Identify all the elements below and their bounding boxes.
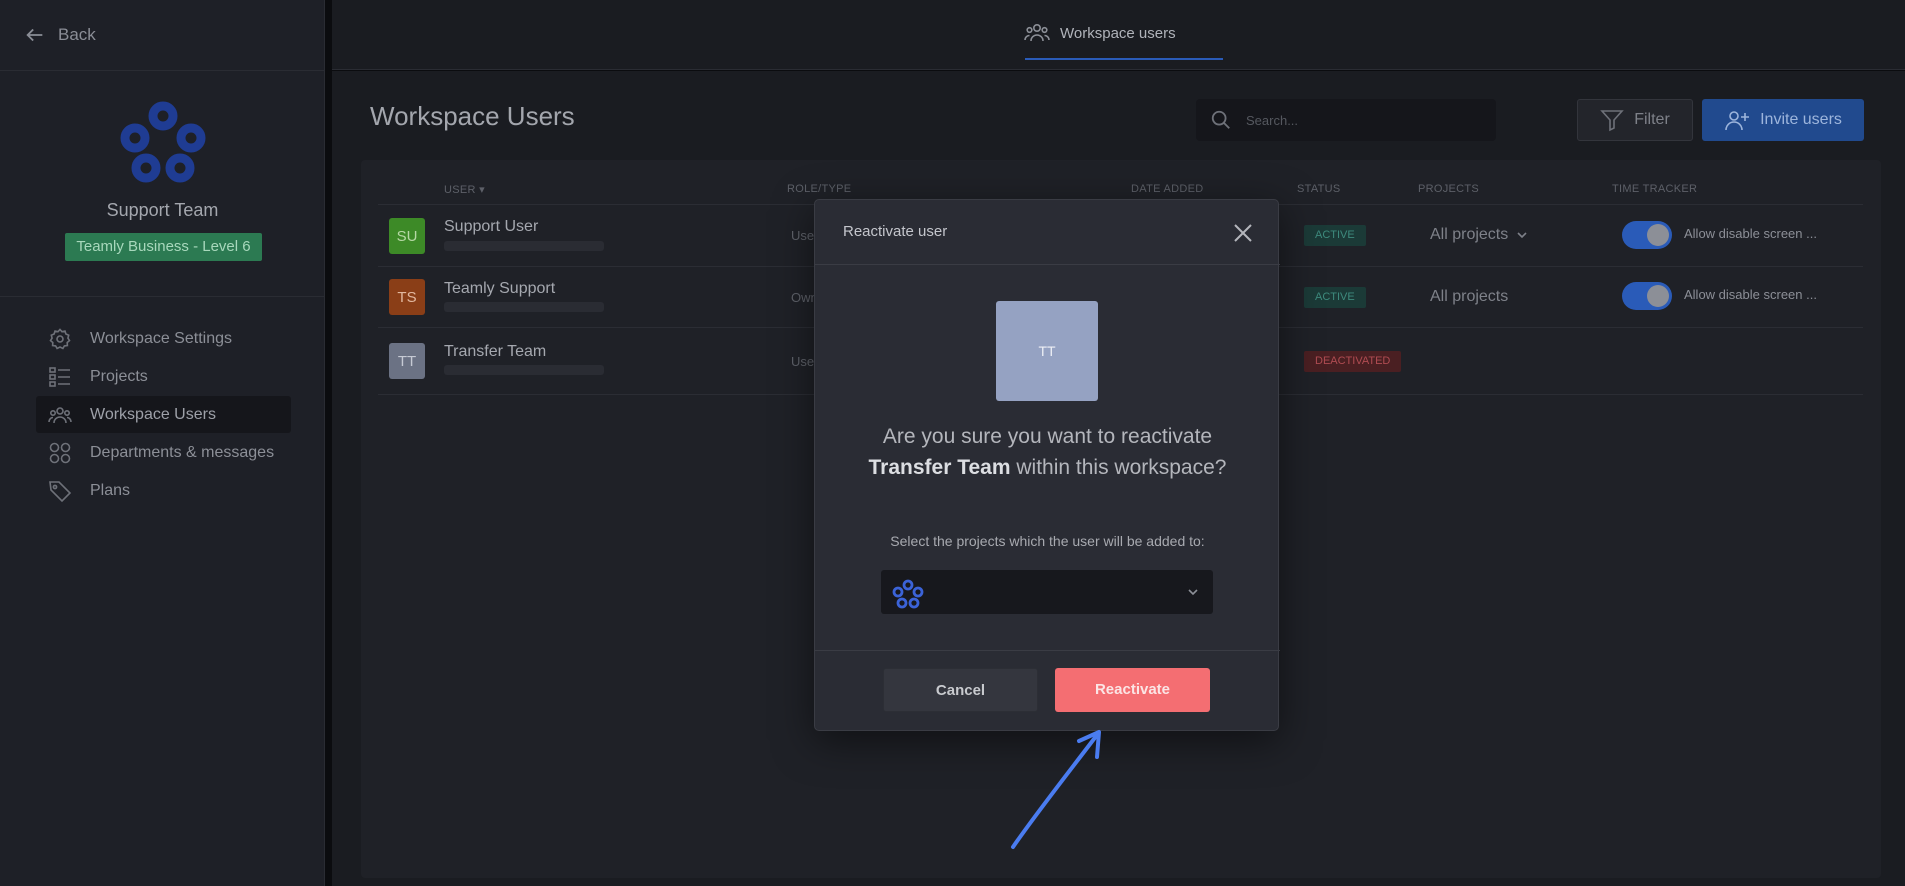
user-email-redacted [444, 302, 604, 312]
user-email-redacted [444, 241, 604, 251]
search-input[interactable] [1246, 112, 1466, 128]
team-logo-icon [120, 101, 206, 183]
sidebar-item-label: Projects [90, 367, 148, 385]
sidebar-item-label: Workspace Users [90, 405, 216, 423]
column-header-user[interactable]: USER ▾ [444, 183, 485, 196]
user-role: Use [791, 354, 815, 369]
sidebar-item-label: Departments & messages [90, 443, 275, 461]
filter-icon [1600, 110, 1625, 132]
active-tab-indicator [1025, 58, 1223, 60]
sidebar-item-departments[interactable]: Departments & messages [36, 434, 291, 471]
projects-value: All projects [1430, 288, 1509, 305]
tab-workspace-users[interactable]: Workspace users [1024, 22, 1176, 44]
annotation-arrow-icon [1011, 730, 1101, 849]
plan-badge: Teamly Business - Level 6 [65, 233, 262, 261]
filter-label: Filter [1634, 111, 1670, 128]
projects-list-icon [49, 366, 70, 387]
sidebar-item-plans[interactable]: Plans [36, 472, 291, 509]
time-tracker-label: Allow disable screen ... [1684, 287, 1817, 302]
gear-icon [49, 327, 71, 350]
projects-instruction: Select the projects which the user will … [890, 533, 1205, 549]
status-badge: ACTIVE [1304, 287, 1366, 308]
projects-select[interactable] [881, 570, 1213, 614]
search-box[interactable] [1196, 99, 1496, 141]
user-name: Transfer Team [868, 456, 1011, 479]
filter-button[interactable]: Filter [1577, 99, 1693, 141]
user-email-redacted [444, 365, 604, 375]
tab-label: Workspace users [1060, 24, 1176, 42]
add-user-icon [1725, 111, 1750, 131]
close-icon[interactable] [1232, 222, 1254, 244]
invite-users-button[interactable]: Invite users [1702, 99, 1864, 141]
app-window: Back Support Team Teamly Business - Leve… [0, 0, 1905, 886]
projects-value: All projects [1430, 226, 1509, 243]
back-button[interactable]: Back [24, 24, 96, 46]
column-header-projects: PROJECTS [1418, 183, 1480, 195]
tag-icon [49, 480, 72, 502]
sidebar-item-label: Workspace Settings [90, 329, 232, 347]
page-title: Workspace Users [370, 101, 575, 131]
invite-label: Invite users [1760, 111, 1842, 128]
chevron-down-icon [1517, 232, 1527, 239]
user-name: Teamly Support [444, 280, 556, 297]
sidebar-item-label: Plans [90, 481, 131, 499]
time-tracker-label: Allow disable screen ... [1684, 226, 1817, 241]
status-badge: ACTIVE [1304, 225, 1366, 246]
sidebar-item-projects[interactable]: Projects [36, 358, 291, 395]
team-logo-icon [892, 579, 924, 609]
column-header-role: ROLE/TYPE [787, 183, 852, 195]
search-icon [1211, 110, 1230, 129]
departments-grid-icon [49, 442, 71, 463]
divider [815, 650, 1280, 651]
sidebar-item-workspace-users[interactable]: Workspace Users [36, 396, 291, 433]
user-name: Transfer Team [444, 343, 547, 360]
avatar: TT [389, 343, 425, 379]
back-label: Back [58, 25, 96, 44]
users-icon [1024, 23, 1050, 42]
time-tracker-toggle[interactable] [1622, 221, 1672, 249]
avatar: TT [996, 301, 1098, 401]
user-role: Use [791, 228, 815, 243]
sidebar: Back Support Team Teamly Business - Leve… [0, 0, 325, 886]
sidebar-nav: Workspace Settings Projects Workspace Us… [36, 320, 291, 510]
chevron-down-icon [1188, 589, 1198, 596]
avatar: SU [389, 218, 425, 254]
dialog-title: Reactivate user [843, 223, 948, 240]
column-header-status: STATUS [1297, 183, 1341, 195]
divider [0, 70, 325, 71]
divider [0, 296, 325, 297]
time-tracker-toggle[interactable] [1622, 282, 1672, 310]
cancel-button[interactable]: Cancel [883, 668, 1038, 712]
confirmation-question: Are you sure you want to reactivate Tran… [868, 425, 1227, 479]
arrow-left-icon [26, 28, 43, 42]
sidebar-item-workspace-settings[interactable]: Workspace Settings [36, 320, 291, 357]
projects-dropdown[interactable]: All projects [1430, 226, 1528, 244]
divider [815, 264, 1280, 265]
column-header-date: DATE ADDED [1131, 183, 1204, 195]
reactivate-button[interactable]: Reactivate [1055, 668, 1210, 712]
users-icon [48, 406, 72, 423]
team-name: Support Team [106, 200, 219, 220]
avatar: TS [389, 279, 425, 315]
status-badge: DEACTIVATED [1304, 351, 1402, 372]
user-name: Support User [444, 218, 539, 235]
reactivate-user-dialog: Reactivate user TT Are you sure you want… [814, 199, 1280, 731]
column-header-time-tracker: TIME TRACKER [1612, 183, 1698, 195]
